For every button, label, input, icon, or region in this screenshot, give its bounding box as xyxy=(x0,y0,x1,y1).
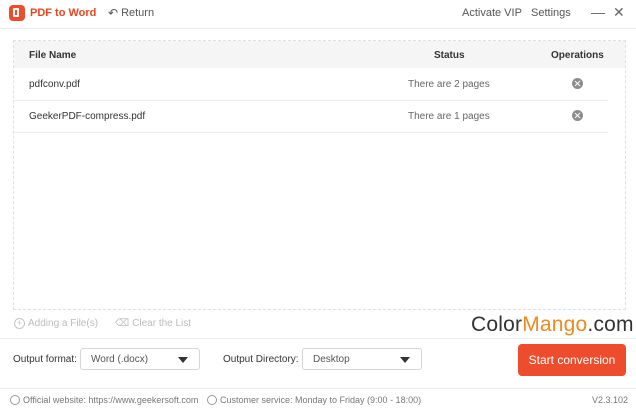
close-button[interactable]: ✕ xyxy=(613,4,625,21)
header-operations: Operations xyxy=(551,50,604,61)
watermark-color: Color xyxy=(471,313,523,336)
file-list-header: File Name Status Operations xyxy=(14,41,625,68)
watermark: ColorMango.com xyxy=(471,313,634,337)
output-directory-label: Output Directory: xyxy=(223,354,299,365)
caret-down-icon xyxy=(178,357,188,363)
service-info: Customer service: Monday to Friday (9:00… xyxy=(207,395,421,405)
watermark-com: .com xyxy=(587,313,634,336)
caret-down-icon xyxy=(400,357,410,363)
output-directory-value: Desktop xyxy=(313,354,350,365)
footer: Official website: https://www.geekersoft… xyxy=(0,388,636,411)
delete-circle-icon[interactable] xyxy=(572,110,583,121)
output-format-value: Word (.docx) xyxy=(91,354,149,365)
return-arrow-icon: ↶ xyxy=(108,6,119,20)
clear-list-label: Clear the List xyxy=(132,318,192,329)
file-name-cell: GeekerPDF-compress.pdf xyxy=(29,111,146,122)
table-row: GeekerPDF-compress.pdf There are 1 pages xyxy=(14,100,608,133)
settings-link[interactable]: Settings xyxy=(531,7,571,19)
status-cell: There are 1 pages xyxy=(408,111,490,122)
clear-list-button[interactable]: ⌫ Clear the List xyxy=(115,318,191,329)
return-button[interactable]: ↶ Return xyxy=(108,6,154,20)
app-title: PDF to Word xyxy=(30,7,97,19)
app-logo-icon xyxy=(9,5,25,21)
add-files-label: Adding a File(s) xyxy=(28,318,99,329)
divider xyxy=(0,338,636,339)
delete-circle-icon[interactable] xyxy=(572,78,583,89)
return-label: Return xyxy=(121,7,155,19)
file-list[interactable]: File Name Status Operations pdfconv.pdf … xyxy=(13,40,626,310)
add-files-button[interactable]: + Adding a File(s) xyxy=(14,318,98,329)
start-conversion-label: Start conversion xyxy=(528,353,616,367)
table-row: pdfconv.pdf There are 2 pages xyxy=(14,68,608,101)
headset-icon xyxy=(207,395,217,405)
eraser-icon: ⌫ xyxy=(115,318,130,329)
output-directory-select[interactable]: Desktop xyxy=(302,348,422,370)
activate-vip-link[interactable]: Activate VIP xyxy=(462,7,522,19)
output-format-label: Output format: xyxy=(13,354,77,365)
file-name-cell: pdfconv.pdf xyxy=(29,79,80,90)
service-text: Customer service: Monday to Friday (9:00… xyxy=(220,395,422,405)
output-format-select[interactable]: Word (.docx) xyxy=(80,348,200,370)
version-label: V2.3.102 xyxy=(591,395,628,405)
header-status: Status xyxy=(434,50,465,61)
title-bar: PDF to Word ↶ Return Activate VIP Settin… xyxy=(0,0,636,29)
globe-icon xyxy=(10,395,20,405)
watermark-mango: Mango xyxy=(522,313,588,336)
add-circle-icon: + xyxy=(14,318,25,329)
status-cell: There are 2 pages xyxy=(408,79,490,90)
website-info[interactable]: Official website: https://www.geekersoft… xyxy=(10,395,198,405)
start-conversion-button[interactable]: Start conversion xyxy=(518,344,626,376)
header-file-name: File Name xyxy=(29,50,77,61)
minimize-button[interactable]: — xyxy=(591,4,605,20)
website-text: Official website: https://www.geekersoft… xyxy=(23,395,199,405)
